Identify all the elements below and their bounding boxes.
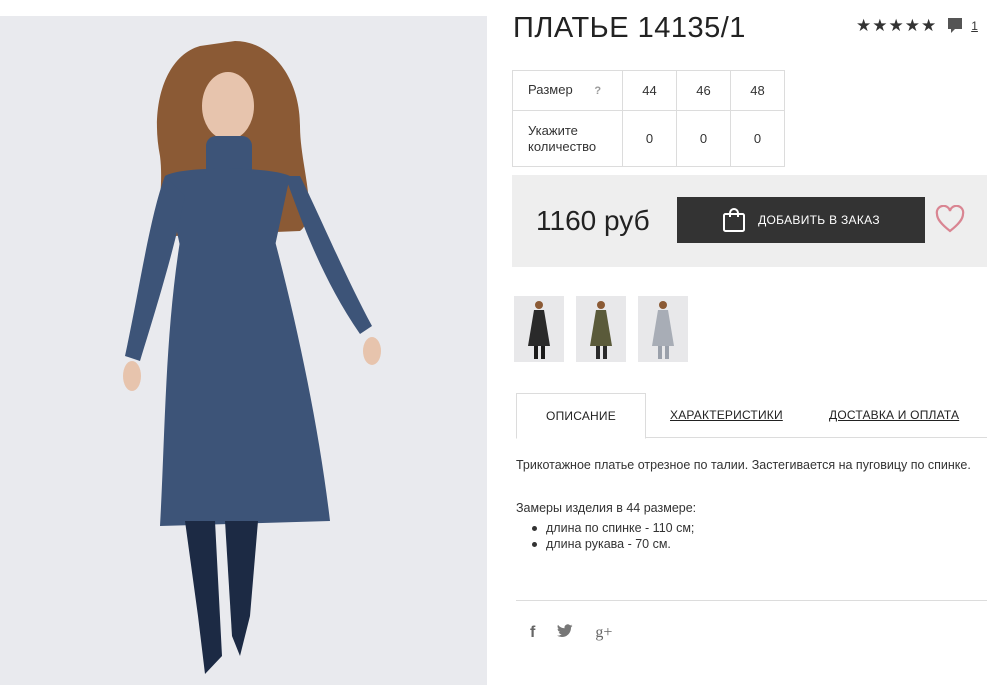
- quantity-input-48[interactable]: 0: [730, 110, 785, 167]
- heart-icon[interactable]: [935, 205, 965, 233]
- rating-stars[interactable]: ★★★★★: [856, 16, 937, 36]
- tab-delivery-payment[interactable]: ДОСТАВКА И ОПЛАТА: [829, 393, 959, 438]
- size-table: Размер ? 44 46 48 Укажите количество 0 0…: [512, 70, 785, 167]
- shopping-bag-icon: [723, 208, 746, 232]
- tab-bar: ОПИСАНИЕ ХАРАКТЕРИСТИКИ ДОСТАВКА И ОПЛАТ…: [516, 393, 987, 439]
- quantity-label-line2: количество: [528, 138, 597, 154]
- facebook-icon[interactable]: f: [530, 624, 535, 642]
- measures-list: длина по спинке - 110 см; длина рукава -…: [516, 520, 976, 552]
- add-to-order-label: ДОБАВИТЬ В ЗАКАЗ: [758, 213, 880, 227]
- size-44: 44: [622, 70, 677, 111]
- tab-characteristics[interactable]: ХАРАКТЕРИСТИКИ: [670, 393, 783, 438]
- measures-title: Замеры изделия в 44 размере:: [516, 501, 697, 515]
- quantity-input-46[interactable]: 0: [676, 110, 731, 167]
- product-photo[interactable]: [0, 16, 487, 685]
- add-to-order-button[interactable]: ДОБАВИТЬ В ЗАКАЗ: [677, 197, 925, 243]
- price: 1160 руб: [536, 205, 650, 236]
- description-panel: Трикотажное платье отрезное по талии. За…: [516, 455, 976, 552]
- twitter-icon[interactable]: [557, 624, 573, 642]
- thumbnail-olive-dress[interactable]: [576, 296, 626, 362]
- buy-box: 1160 руб ДОБАВИТЬ В ЗАКАЗ: [512, 175, 987, 267]
- size-46: 46: [676, 70, 731, 111]
- comment-icon[interactable]: [947, 17, 963, 35]
- social-share: f g+: [530, 624, 634, 642]
- size-help-icon[interactable]: ?: [594, 85, 601, 97]
- thumbnail-list: [514, 296, 700, 362]
- comment-count-link[interactable]: 1: [971, 19, 978, 33]
- thumbnail-grey-dress[interactable]: [638, 296, 688, 362]
- divider: [516, 600, 987, 601]
- product-title: ПЛАТЬЕ 14135/1: [513, 12, 746, 44]
- size-label-cell: Размер ?: [512, 70, 623, 111]
- quantity-input-44[interactable]: 0: [622, 110, 677, 167]
- list-item: длина по спинке - 110 см;: [524, 520, 976, 536]
- thumbnail-black-dress[interactable]: [514, 296, 564, 362]
- quantity-label-line1: Укажите: [528, 122, 578, 138]
- list-item: длина рукава - 70 см.: [524, 536, 976, 552]
- description-text: Трикотажное платье отрезное по талии. За…: [516, 458, 971, 472]
- size-label: Размер: [528, 82, 573, 97]
- tab-description[interactable]: ОПИСАНИЕ: [516, 393, 646, 439]
- quantity-label-cell: Укажите количество: [512, 110, 623, 167]
- google-plus-icon[interactable]: g+: [595, 624, 612, 642]
- size-48: 48: [730, 70, 785, 111]
- rating: ★★★★★ 1: [856, 16, 978, 36]
